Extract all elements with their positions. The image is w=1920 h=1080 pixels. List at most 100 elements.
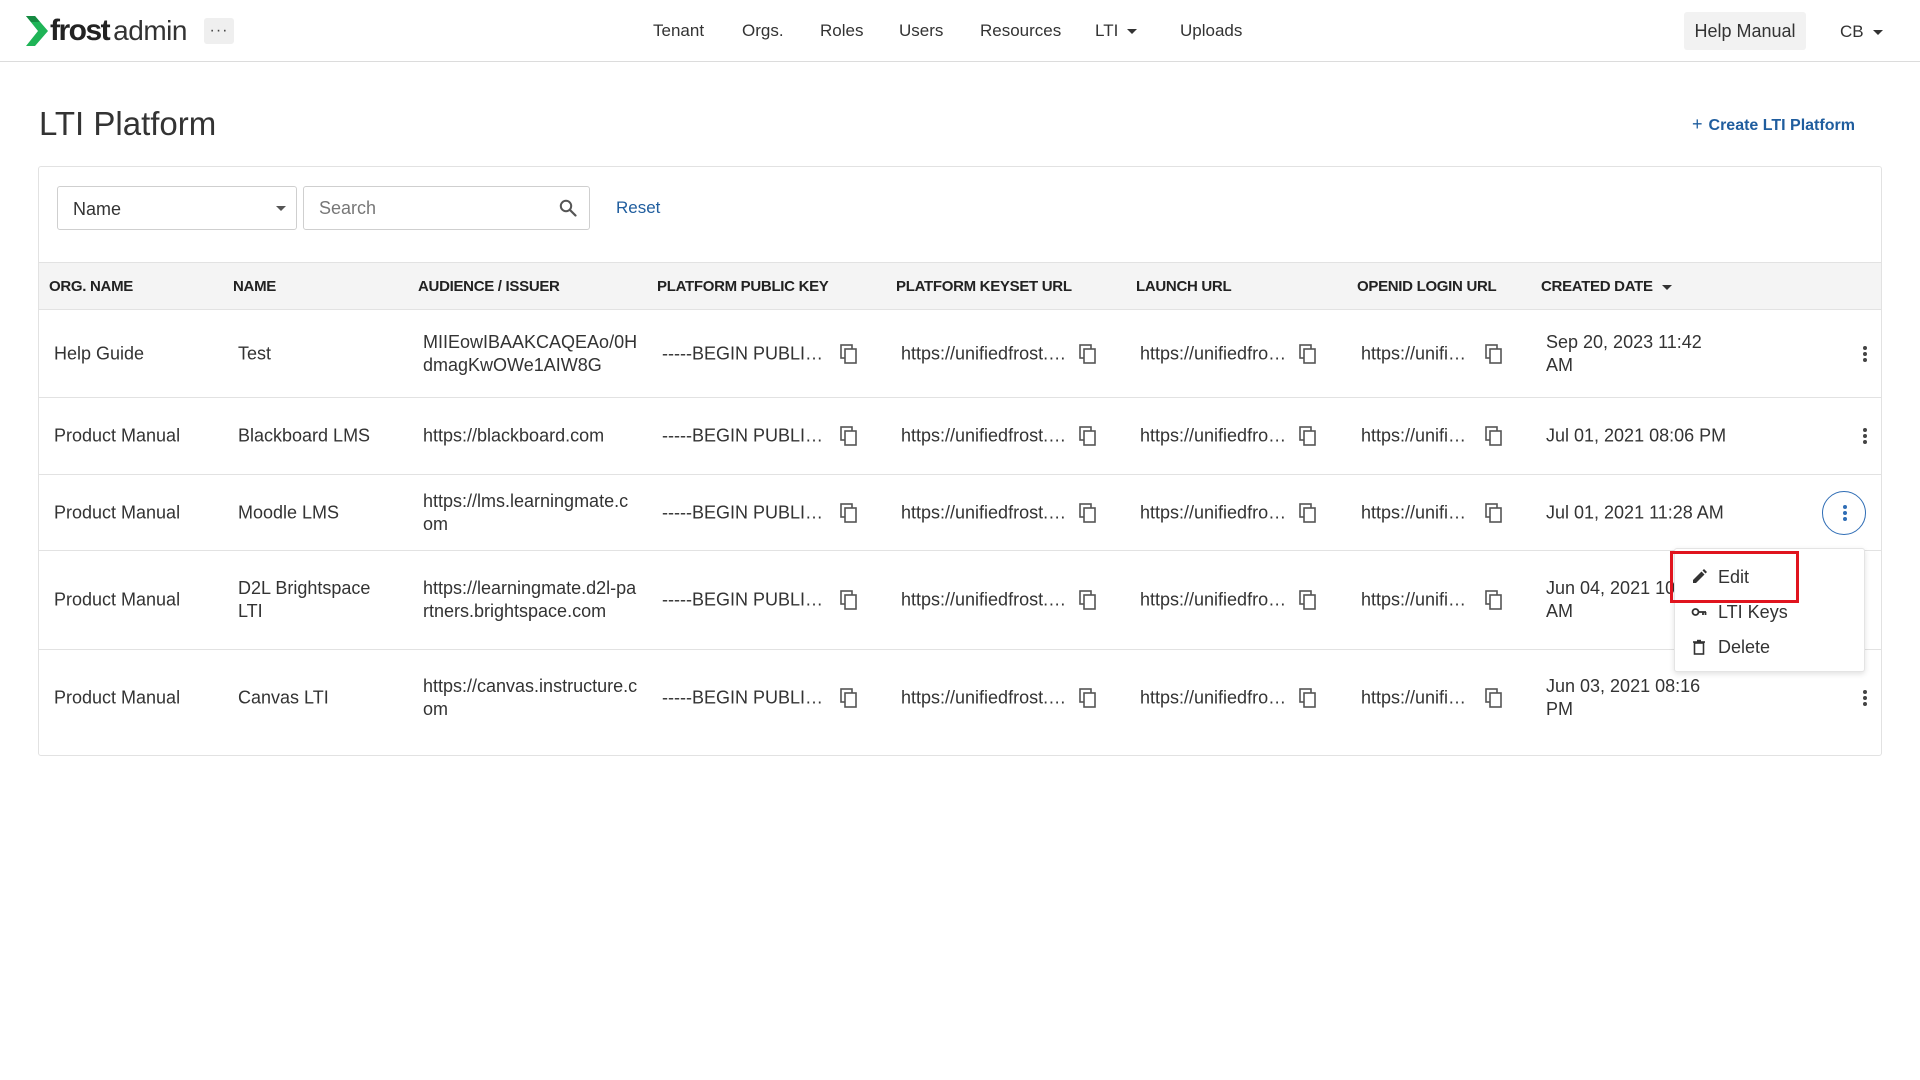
- create-lti-platform-button[interactable]: + Create LTI Platform: [1692, 114, 1855, 136]
- cell-public-key: -----BEGIN PUBLIC KEY-----: [662, 343, 827, 363]
- sort-desc-icon: [1661, 284, 1672, 290]
- copy-icon[interactable]: [1299, 426, 1317, 446]
- edit-highlight-box: [1670, 551, 1799, 603]
- row-actions-icon[interactable]: [1863, 690, 1867, 706]
- row-actions-icon[interactable]: [1863, 428, 1867, 444]
- cell-public-key: -----BEGIN PUBLIC KEY-----: [662, 425, 827, 446]
- cell-created-date: Jul 01, 2021 08:06 PM: [1546, 425, 1727, 446]
- cell-audience: https://learningmate.d2l-partners.bright…: [423, 578, 637, 621]
- cell-openid-url: https://unifiedfrost.com/login: [1361, 343, 1474, 363]
- chevron-down-icon: [276, 206, 286, 211]
- cell-name: Canvas LTI: [238, 687, 329, 708]
- copy-icon[interactable]: [1299, 343, 1317, 364]
- copy-icon[interactable]: [1485, 502, 1503, 523]
- cell-created-date: Jul 01, 2021 11:28 AM: [1546, 502, 1724, 522]
- filter-field-value: Name: [73, 199, 122, 219]
- cell-created-date-suffix: AM: [1546, 601, 1573, 621]
- cell-org-name: Product Manual: [54, 502, 181, 522]
- copy-icon[interactable]: [840, 590, 858, 610]
- copy-icon[interactable]: [840, 688, 858, 708]
- cell-keyset-url: https://unifiedfrost.com/keys: [901, 343, 1068, 363]
- search-icon[interactable]: [559, 199, 577, 217]
- copy-icon[interactable]: [840, 343, 858, 364]
- cell-created-date: Sep 20, 2023 11:42 AM: [1546, 331, 1702, 375]
- copy-icon[interactable]: [1079, 343, 1097, 364]
- chevron-down-icon: [1127, 29, 1138, 35]
- nav-roles[interactable]: Roles: [820, 20, 863, 42]
- cell-keyset-url: https://unifiedfrost.com/keys: [901, 502, 1068, 522]
- copy-icon[interactable]: [840, 426, 858, 446]
- col-audience-issuer[interactable]: AUDIENCE / ISSUER: [418, 278, 560, 296]
- cell-openid-url: https://unifiedfrost.com/login: [1361, 425, 1474, 446]
- trash-icon: [1693, 639, 1705, 655]
- cell-created-date: Jun 03, 2021 08:16 PM: [1546, 676, 1701, 719]
- nav-resources[interactable]: Resources: [980, 20, 1061, 42]
- search-box: [303, 186, 590, 230]
- cell-launch-url: https://unifiedfrost.com/launch: [1140, 425, 1288, 446]
- filter-field-select[interactable]: Name: [57, 186, 297, 230]
- col-name[interactable]: NAME: [233, 278, 276, 296]
- copy-icon[interactable]: [840, 502, 858, 523]
- nav-users[interactable]: Users: [899, 20, 943, 42]
- cell-name: D2L Brightspace LTI: [238, 578, 371, 621]
- cell-public-key: -----BEGIN PUBLIC KEY-----: [662, 502, 827, 522]
- cell-launch-url: https://unifiedfrost.com/launch: [1140, 589, 1288, 610]
- table-row: Product Manual Canvas LTI https://canvas…: [39, 650, 1881, 746]
- reset-button[interactable]: Reset: [616, 198, 660, 218]
- table-row: Product Manual Blackboard LMS https://bl…: [39, 398, 1881, 475]
- page-title: LTI Platform: [39, 105, 217, 142]
- lti-platform-card: Name Reset ORG. NAME NAME AUDIENCE / ISS…: [38, 166, 1882, 756]
- cell-org-name: Help Guide: [54, 343, 145, 363]
- cell-name: Test: [238, 343, 272, 363]
- cell-name: Blackboard LMS: [238, 425, 371, 446]
- nav-orgs[interactable]: Orgs.: [742, 20, 784, 42]
- col-platform-public-key[interactable]: PLATFORM PUBLIC KEY: [657, 278, 829, 296]
- copy-icon[interactable]: [1485, 343, 1503, 364]
- nav-uploads[interactable]: Uploads: [1180, 20, 1242, 42]
- cell-name: Moodle LMS: [238, 502, 340, 522]
- key-icon: [1691, 608, 1707, 616]
- cell-public-key: -----BEGIN PUBLIC KEY-----: [662, 687, 827, 708]
- cell-openid-url: https://unifiedfrost.com/login: [1361, 502, 1474, 522]
- menu-item-delete[interactable]: Delete: [1691, 636, 1770, 658]
- search-input[interactable]: [304, 187, 544, 229]
- nav-lti[interactable]: LTI: [1095, 20, 1138, 42]
- user-menu[interactable]: CB: [1840, 21, 1883, 43]
- col-launch-url[interactable]: LAUNCH URL: [1136, 278, 1232, 296]
- table-row: Product Manual D2L Brightspace LTI https…: [39, 551, 1881, 650]
- row-actions-icon-active[interactable]: [1822, 490, 1866, 535]
- col-org-name[interactable]: ORG. NAME: [49, 278, 133, 296]
- cell-audience: https://canvas.instructure.com: [423, 676, 638, 719]
- chevron-down-icon: [1872, 30, 1883, 36]
- cell-keyset-url: https://unifiedfrost.com/keys: [901, 589, 1068, 610]
- copy-icon[interactable]: [1485, 426, 1503, 446]
- nav-tenant[interactable]: Tenant: [653, 20, 704, 42]
- cell-launch-url: https://unifiedfrost.com/launch: [1140, 687, 1288, 708]
- copy-icon[interactable]: [1079, 688, 1097, 708]
- copy-icon[interactable]: [1485, 590, 1503, 610]
- cell-audience: https://lms.learningmate.com: [423, 490, 629, 534]
- cell-openid-url: https://unifiedfrost.com/login: [1361, 687, 1474, 708]
- col-openid-login-url[interactable]: OPENID LOGIN URL: [1357, 278, 1497, 296]
- cell-audience: https://blackboard.com: [423, 425, 605, 446]
- copy-icon[interactable]: [1079, 502, 1097, 523]
- row-actions-icon[interactable]: [1863, 345, 1867, 362]
- copy-icon[interactable]: [1299, 590, 1317, 610]
- copy-icon[interactable]: [1079, 590, 1097, 610]
- main-nav: Tenant Orgs. Roles Users Resources LTI U…: [0, 0, 1920, 62]
- copy-icon[interactable]: [1299, 688, 1317, 708]
- user-initials: CB: [1840, 22, 1864, 41]
- table-row: Help Guide Test MIIEowIBAAKCAQEAo/0Hdmag…: [39, 310, 1881, 398]
- col-platform-keyset-url[interactable]: PLATFORM KEYSET URL: [896, 278, 1072, 296]
- menu-item-lti-keys[interactable]: LTI Keys: [1691, 601, 1788, 623]
- copy-icon[interactable]: [1299, 502, 1317, 523]
- cell-audience: MIIEowIBAAKCAQEAo/0HdmagKwOWe1AIW8G: [423, 331, 638, 375]
- create-lti-platform-label: Create LTI Platform: [1708, 117, 1855, 134]
- help-manual-button[interactable]: Help Manual: [1684, 12, 1806, 50]
- cell-launch-url: https://unifiedfrost.com/launch: [1140, 502, 1288, 522]
- cell-keyset-url: https://unifiedfrost.com/keys: [901, 687, 1068, 708]
- col-created-date[interactable]: CREATED DATE: [1541, 278, 1672, 296]
- copy-icon[interactable]: [1079, 426, 1097, 446]
- copy-icon[interactable]: [1485, 688, 1503, 708]
- menu-item-delete-label: Delete: [1718, 637, 1771, 657]
